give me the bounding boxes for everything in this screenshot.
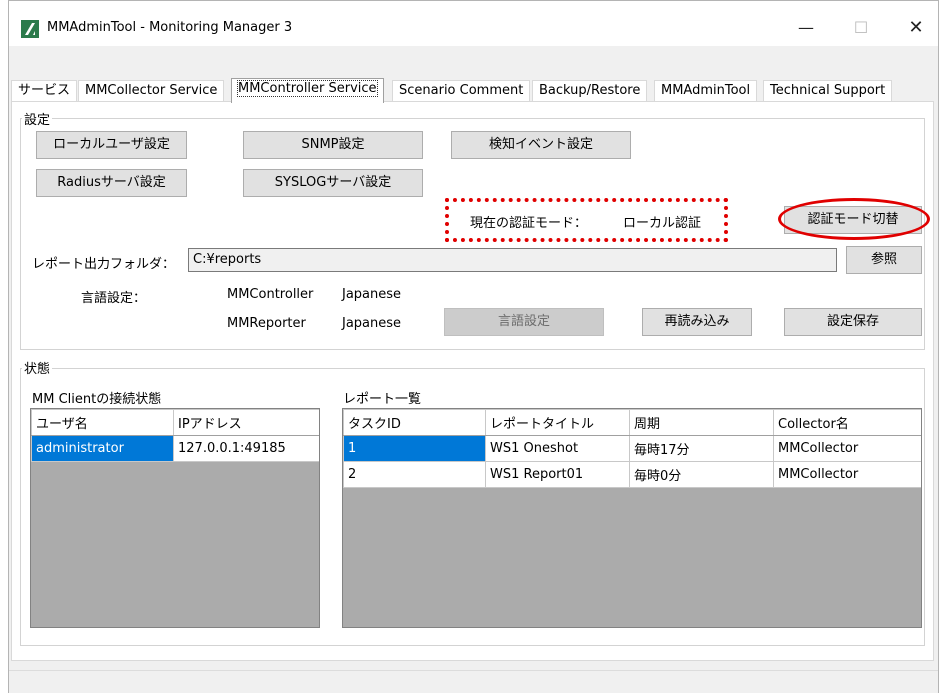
client-user-cell[interactable]: administrator	[31, 435, 174, 462]
clients-header-row: ユーザ名 IPアドレス	[31, 409, 319, 436]
reports-title: レポート一覧	[343, 392, 422, 407]
report-period-cell[interactable]: 毎時17分	[629, 435, 774, 462]
radius-server-settings-button[interactable]: Radiusサーバ設定	[36, 169, 187, 197]
maximize-button[interactable]: ☐	[839, 13, 883, 43]
table-row[interactable]: 1 WS1 Oneshot 毎時17分 MMCollector	[343, 435, 921, 462]
report-title-cell[interactable]: WS1 Report01	[485, 461, 630, 488]
clients-title: MM Clientの接続状態	[32, 392, 162, 407]
tab-scenario-comment[interactable]: Scenario Comment	[392, 80, 531, 102]
local-user-settings-button[interactable]: ローカルユーザ設定	[36, 131, 187, 159]
report-folder-label: レポート出力フォルダ：	[32, 257, 176, 272]
tab-services[interactable]: サービス	[11, 80, 78, 102]
save-settings-button[interactable]: 設定保存	[784, 308, 922, 336]
status-bar	[9, 670, 938, 693]
tab-backup-restore[interactable]: Backup/Restore	[532, 80, 648, 102]
auth-mode-label: 現在の認証モード：	[470, 216, 588, 231]
title-bar: MMAdminTool - Monitoring Manager 3 — ☐ ✕	[9, 0, 938, 46]
report-folder-field[interactable]: C:¥reports	[188, 248, 837, 272]
tab-mmcollector-service[interactable]: MMCollector Service	[78, 80, 225, 102]
minimize-button[interactable]: —	[784, 13, 828, 43]
status-group-title: 状態	[22, 358, 53, 377]
reload-button[interactable]: 再読み込み	[642, 308, 752, 336]
auth-switch-annotation-ellipse	[778, 198, 930, 240]
column-header-ip[interactable]: IPアドレス	[173, 409, 319, 436]
app-window: MMAdminTool - Monitoring Manager 3 — ☐ ✕…	[8, 0, 939, 693]
column-header-username[interactable]: ユーザ名	[31, 409, 174, 436]
report-collector-cell[interactable]: MMCollector	[773, 461, 921, 488]
tab-mmcontroller-service[interactable]: MMController Service	[231, 78, 384, 103]
column-header-task-id[interactable]: タスクID	[343, 409, 486, 436]
language-settings-label: 言語設定：	[81, 291, 147, 306]
snmp-settings-button[interactable]: SNMP設定	[243, 131, 423, 159]
syslog-server-settings-button[interactable]: SYSLOGサーバ設定	[243, 169, 423, 197]
report-period-cell[interactable]: 毎時0分	[629, 461, 774, 488]
tab-mmadmintool[interactable]: MMAdminTool	[654, 80, 758, 102]
auth-mode-value: ローカル認証	[623, 216, 702, 231]
browse-button[interactable]: 参照	[846, 246, 922, 274]
table-row[interactable]: administrator 127.0.0.1:49185	[31, 435, 319, 462]
lang-component-mmcontroller: MMController	[227, 287, 314, 302]
reports-header-row: タスクID レポートタイトル 周期 Collector名	[343, 409, 921, 436]
column-header-collector[interactable]: Collector名	[773, 409, 921, 436]
detect-event-settings-button[interactable]: 検知イベント設定	[451, 131, 631, 159]
tab-technical-support[interactable]: Technical Support	[763, 80, 893, 102]
report-id-cell[interactable]: 1	[343, 435, 486, 462]
column-header-report-title[interactable]: レポートタイトル	[485, 409, 630, 436]
client-ip-cell[interactable]: 127.0.0.1:49185	[173, 435, 319, 462]
report-collector-cell[interactable]: MMCollector	[773, 435, 921, 462]
language-settings-button[interactable]: 言語設定	[444, 308, 604, 336]
lang-component-mmreporter: MMReporter	[227, 316, 306, 331]
lang-value-mmreporter: Japanese	[342, 316, 402, 331]
tab-bar: サービス MMCollector Service MMController Se…	[9, 78, 938, 103]
window-title: MMAdminTool - Monitoring Manager 3	[47, 20, 293, 35]
close-button[interactable]: ✕	[894, 13, 938, 43]
column-header-period[interactable]: 周期	[629, 409, 774, 436]
tab-panel-mmcontroller: 設定 ローカルユーザ設定 SNMP設定 検知イベント設定 Radiusサーバ設定…	[11, 101, 934, 661]
settings-group-title: 設定	[22, 109, 53, 128]
table-row[interactable]: 2 WS1 Report01 毎時0分 MMCollector	[343, 461, 921, 488]
reports-grid[interactable]: タスクID レポートタイトル 周期 Collector名 1 WS1 Onesh…	[342, 408, 922, 628]
app-logo-icon	[21, 20, 39, 38]
toolbar-strip	[9, 46, 938, 74]
report-id-cell[interactable]: 2	[343, 461, 486, 488]
clients-grid[interactable]: ユーザ名 IPアドレス administrator 127.0.0.1:4918…	[30, 408, 320, 628]
lang-value-mmcontroller: Japanese	[342, 287, 402, 302]
report-title-cell[interactable]: WS1 Oneshot	[485, 435, 630, 462]
